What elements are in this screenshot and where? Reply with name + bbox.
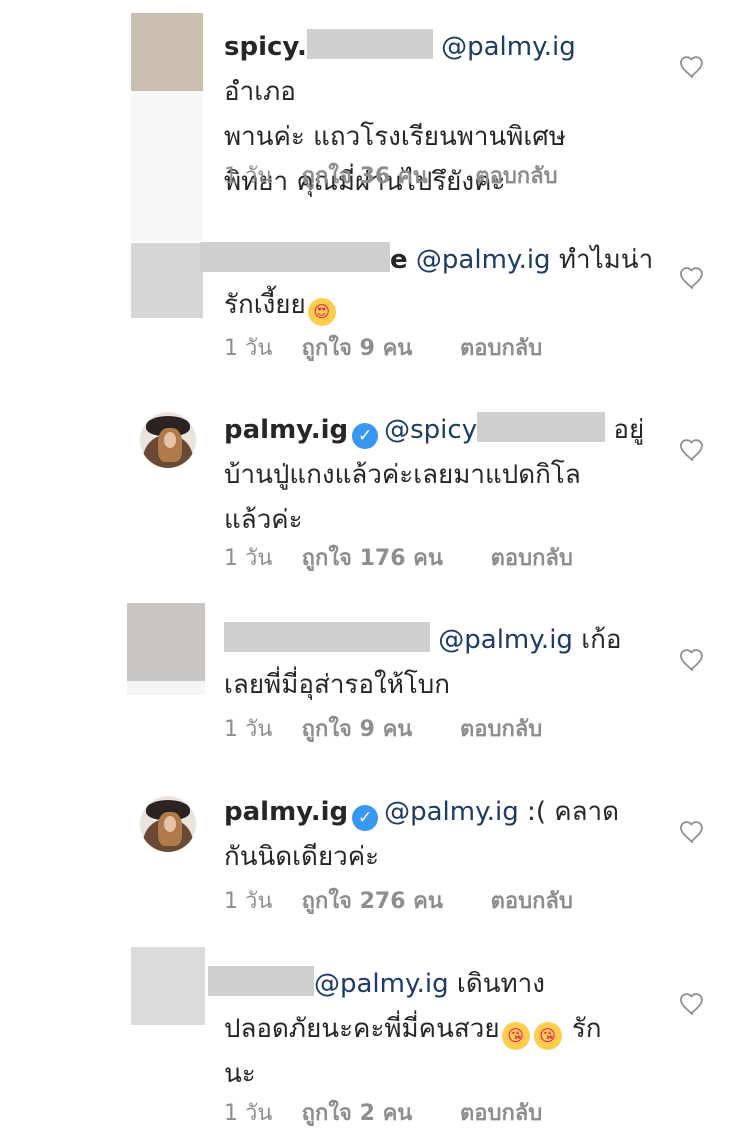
face-shape: [164, 816, 176, 832]
comment-meta: 1 วัน ถูกใจ 9 คน ตอบกลับ: [224, 711, 542, 746]
reply-button[interactable]: ตอบกลับ: [460, 1095, 542, 1130]
comment-body: เก้อ: [572, 625, 622, 655]
mention-link[interactable]: @spicy: [384, 415, 477, 445]
verified-badge-icon: ✓: [352, 805, 379, 831]
comment-age: 1 วัน: [224, 1101, 273, 1126]
avatar[interactable]: [140, 796, 196, 852]
face-shape: [164, 432, 176, 448]
like-count[interactable]: ถูกใจ 9 คน: [302, 711, 413, 746]
comment-body: พานค่ะ แถวโรงเรียนพานพิเศษ: [224, 122, 566, 152]
comment-meta: 1 วัน ถูกใจ 36 คน ตอบกลับ: [224, 158, 558, 193]
comment-body: อยู่: [605, 415, 645, 445]
like-count[interactable]: ถูกใจ 36 คน: [302, 158, 428, 193]
kissing-heart-emoji: 😘: [501, 1022, 530, 1050]
reply-button[interactable]: ตอบกลับ: [491, 883, 573, 918]
mention-link[interactable]: @palmy.ig: [416, 245, 551, 275]
comment-username[interactable]: spicy.: [224, 32, 307, 62]
heart-icon[interactable]: [678, 990, 706, 1018]
redacted-block: [200, 242, 390, 272]
comment-body: เดินทาง: [448, 969, 545, 999]
comment-body: รักเงี้ยย: [224, 290, 306, 320]
comment-text: e @palmy.ig ทำไมน่า รักเงี้ยย 😍: [200, 238, 654, 328]
comment-body: อำเภอ: [224, 77, 296, 107]
comment-body: นะ: [224, 1059, 256, 1089]
like-count[interactable]: ถูกใจ 176 คน: [302, 540, 443, 575]
reply-button[interactable]: ตอบกลับ: [460, 330, 542, 365]
mention-link[interactable]: @palmy.ig: [438, 625, 573, 655]
redacted-block: [306, 29, 433, 59]
redacted-block: [224, 622, 430, 652]
heart-icon[interactable]: [678, 646, 706, 674]
avatar[interactable]: [131, 947, 205, 1025]
reply-button[interactable]: ตอบกลับ: [460, 711, 542, 746]
avatar[interactable]: [131, 13, 203, 91]
redacted-block: [477, 412, 606, 442]
mention-link[interactable]: @palmy.ig: [441, 32, 576, 62]
reply-button[interactable]: ตอบกลับ: [491, 540, 573, 575]
comment-username[interactable]: palmy.ig: [224, 415, 348, 445]
comment-age: 1 วัน: [224, 336, 273, 361]
avatar[interactable]: [131, 243, 203, 318]
comment-age: 1 วัน: [224, 717, 273, 742]
comment-username[interactable]: e: [390, 245, 408, 275]
heart-eyes-emoji: 😍: [307, 298, 336, 326]
avatar-placeholder: [127, 681, 205, 695]
comment-body: เลยพี่มี่อุส่ารอให้โบก: [224, 670, 451, 700]
comment-body: ปลอดภัยนะคะพี่มี่คนสวย: [224, 1014, 500, 1044]
comment-text: palmy.ig ✓ @palmy.ig :( คลาด กันนิดเดียวค่…: [224, 790, 654, 880]
mention-link[interactable]: @palmy.ig: [314, 969, 449, 999]
avatar-placeholder: [131, 91, 203, 241]
mention-link[interactable]: @palmy.ig: [384, 797, 519, 827]
avatar[interactable]: [127, 603, 205, 681]
comment-age: 1 วัน: [224, 546, 273, 571]
comment-meta: 1 วัน ถูกใจ 176 คน ตอบกลับ: [224, 540, 573, 575]
heart-icon[interactable]: [678, 264, 706, 292]
comment-meta: 1 วัน ถูกใจ 276 คน ตอบกลับ: [224, 883, 573, 918]
avatar[interactable]: [140, 412, 196, 468]
comment-meta: 1 วัน ถูกใจ 9 คน ตอบกลับ: [224, 330, 542, 365]
kissing-heart-emoji: 😘: [533, 1022, 562, 1050]
verified-badge-icon: ✓: [352, 423, 379, 449]
redacted-block: [208, 966, 314, 996]
like-count[interactable]: ถูกใจ 9 คน: [302, 330, 413, 365]
comment-age: 1 วัน: [224, 889, 273, 914]
heart-icon[interactable]: [678, 818, 706, 846]
comment-body: ทำไมน่า: [550, 245, 654, 275]
comment-body: รัก: [563, 1014, 602, 1044]
comment-age: 1 วัน: [224, 164, 273, 189]
heart-icon[interactable]: [678, 436, 706, 464]
like-count[interactable]: ถูกใจ 2 คน: [302, 1095, 413, 1130]
comment-text: @palmy.ig เก้อ เลยพี่มี่อุส่ารอให้โบก: [224, 618, 654, 708]
comment-text: @palmy.ig เดินทาง ปลอดภัยนะคะพี่มี่คนสวย…: [208, 962, 654, 1097]
comment-meta: 1 วัน ถูกใจ 2 คน ตอบกลับ: [224, 1095, 542, 1130]
comment-body: บ้านปู่แกงแล้วค่ะเลยมาแปดกิโล: [224, 460, 581, 490]
comment-body: :( คลาด: [518, 797, 620, 827]
comment-body: กันนิดเดียวค่ะ: [224, 842, 380, 872]
heart-icon[interactable]: [678, 53, 706, 81]
like-count[interactable]: ถูกใจ 276 คน: [302, 883, 443, 918]
comment-username[interactable]: palmy.ig: [224, 797, 348, 827]
comment-body: แล้วค่ะ: [224, 505, 303, 535]
reply-button[interactable]: ตอบกลับ: [475, 158, 557, 193]
comment-text: palmy.ig ✓ @spicy อยู่ บ้านปู่แกงแล้วค่ะเล…: [224, 408, 654, 543]
